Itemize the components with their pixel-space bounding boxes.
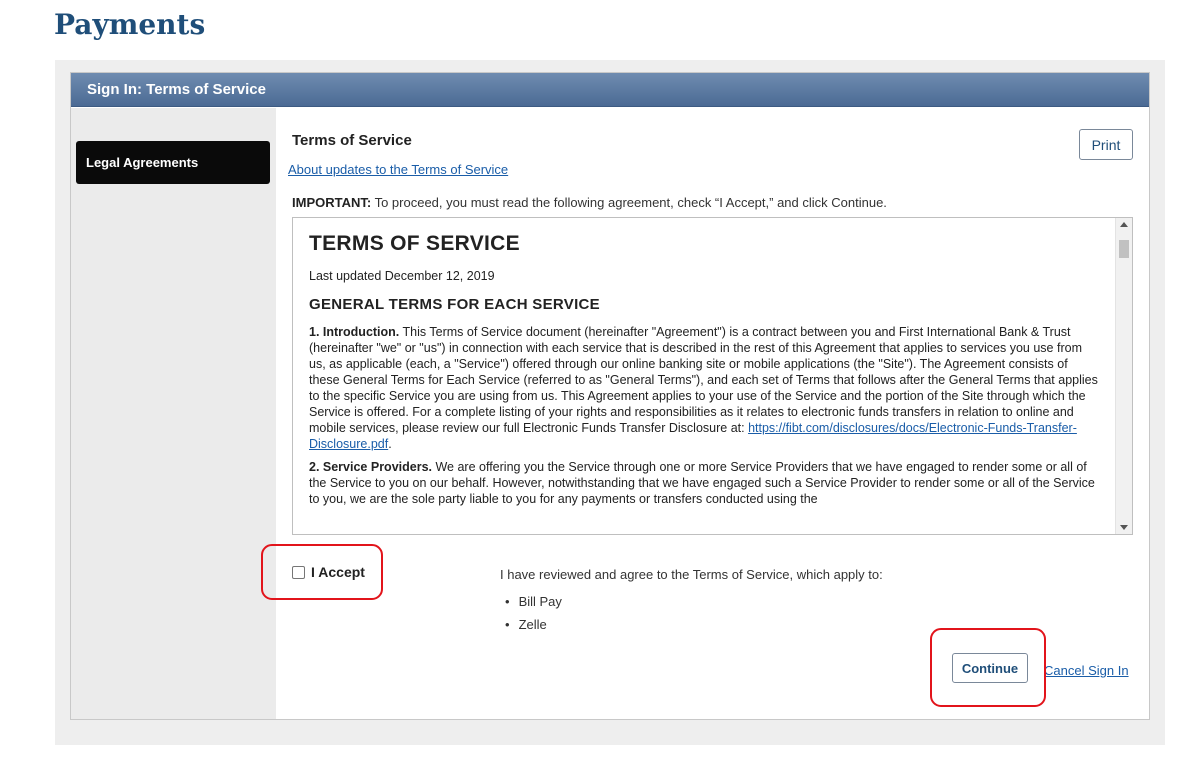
scroll-down-arrow-icon[interactable] <box>1120 525 1128 530</box>
important-text: To proceed, you must read the following … <box>371 195 887 210</box>
tos-s1-end: . <box>388 437 392 451</box>
service-item: Zelle <box>505 613 562 636</box>
important-label: IMPORTANT: <box>292 195 372 210</box>
agreement-text: I have reviewed and agree to the Terms o… <box>500 567 883 582</box>
accept-checkbox[interactable] <box>292 565 305 579</box>
tos-paragraph-service-providers: 2. Service Providers. We are offering yo… <box>309 459 1099 507</box>
tos-document: TERMS OF SERVICE Last updated December 1… <box>309 232 1099 514</box>
accept-label[interactable]: I Accept <box>311 564 365 580</box>
tos-section-heading: GENERAL TERMS FOR EACH SERVICE <box>309 296 600 313</box>
page-title: Payments <box>54 8 206 41</box>
continue-button[interactable]: Continue <box>952 653 1028 683</box>
content-area: Terms of Service About updates to the Te… <box>276 108 1149 719</box>
tos-updates-link[interactable]: About updates to the Terms of Service <box>288 162 508 177</box>
accept-control[interactable]: I Accept <box>292 564 365 580</box>
tos-s1-text: This Terms of Service document (hereinaf… <box>309 325 1098 435</box>
tos-s2-label: 2. Service Providers. <box>309 460 432 474</box>
panel-header: Sign In: Terms of Service <box>71 73 1149 107</box>
cancel-sign-in-link[interactable]: Cancel Sign In <box>1044 663 1129 678</box>
tos-s1-label: 1. Introduction. <box>309 325 400 339</box>
scroll-thumb[interactable] <box>1119 240 1129 258</box>
sidebar-item-legal-agreements[interactable]: Legal Agreements <box>76 141 270 184</box>
tos-last-updated: Last updated December 12, 2019 <box>309 269 495 283</box>
tos-scrollbar[interactable] <box>1115 218 1132 534</box>
important-notice: IMPORTANT: To proceed, you must read the… <box>292 195 887 210</box>
tos-scroll-box[interactable]: TERMS OF SERVICE Last updated December 1… <box>292 217 1133 535</box>
scroll-up-arrow-icon[interactable] <box>1120 222 1128 227</box>
terms-panel: Sign In: Terms of Service Legal Agreemen… <box>70 72 1150 720</box>
tos-paragraph-introduction: 1. Introduction. This Terms of Service d… <box>309 324 1099 452</box>
services-list: Bill Pay Zelle <box>505 590 562 636</box>
tos-title: TERMS OF SERVICE <box>309 232 520 255</box>
tos-heading: Terms of Service <box>292 132 412 149</box>
print-button[interactable]: Print <box>1079 129 1133 160</box>
service-item: Bill Pay <box>505 590 562 613</box>
sidebar: Legal Agreements <box>71 108 276 719</box>
